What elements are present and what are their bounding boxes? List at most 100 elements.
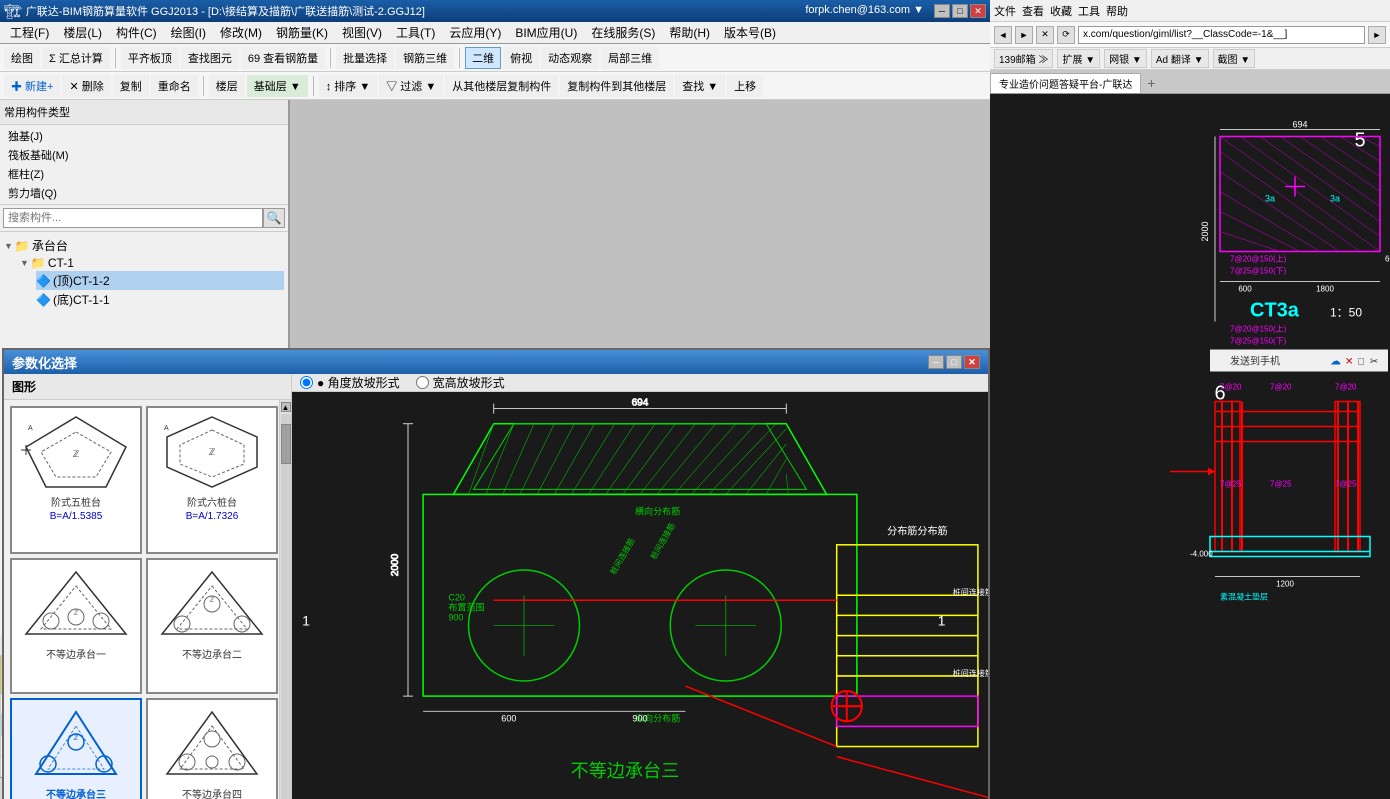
align-top-btn[interactable]: 平齐板顶 <box>121 47 179 69</box>
browser-menu-file[interactable]: 文件 <box>994 3 1016 19</box>
browser-menu-tools[interactable]: 工具 <box>1078 3 1100 19</box>
screenshot-btn[interactable]: 截图 ▼ <box>1213 49 1256 68</box>
radio-width-label: 宽高放坡形式 <box>433 374 505 391</box>
find2-btn[interactable]: 查找 ▼ <box>675 75 725 97</box>
rename-btn[interactable]: 重命名 <box>151 75 198 97</box>
shape-img-5: ℤ <box>16 704 136 784</box>
calc-btn[interactable]: Σ 汇总计算 <box>42 47 110 69</box>
radio-angle-slope[interactable]: ● 角度放坡形式 <box>300 374 400 391</box>
browser-nav-bar: ◄ ► ✕ ⟳ ► <box>990 22 1390 48</box>
search-bar: 🔍 <box>0 205 288 232</box>
stop-btn[interactable]: ✕ <box>1036 26 1054 44</box>
scroll-up-btn[interactable]: ▲ <box>281 402 291 412</box>
rebar-7x20-1: 7@20 <box>1220 383 1242 392</box>
move-up-btn[interactable]: 上移 <box>727 75 763 97</box>
new-btn[interactable]: ✚ 新建+ <box>4 75 60 97</box>
menu-xiugai[interactable]: 修改(M) <box>214 22 268 43</box>
scroll-thumb[interactable] <box>281 424 291 464</box>
radio-width-input[interactable] <box>416 376 429 389</box>
dialog-maximize-btn[interactable]: □ <box>946 355 962 369</box>
menu-gangjianliang[interactable]: 钢筋量(K) <box>270 22 334 43</box>
ebank-btn[interactable]: 网银 ▼ <box>1104 49 1147 68</box>
search-button[interactable]: 🔍 <box>263 208 285 228</box>
browser-tab-1[interactable]: 专业造价问题答疑平台-广联达 <box>990 73 1141 93</box>
shape-card-6[interactable]: 不等边承台四 <box>146 698 278 799</box>
close-button[interactable]: ✕ <box>970 4 986 18</box>
menu-goujian[interactable]: 构件(C) <box>110 22 163 43</box>
menu-huitu[interactable]: 绘图(I) <box>165 22 212 43</box>
maximize-button[interactable]: □ <box>952 4 968 18</box>
dialog-close-btn[interactable]: ✕ <box>964 355 980 369</box>
shape-card-5[interactable]: ℤ 不等边承台三 <box>10 698 142 799</box>
floor-btn[interactable]: 楼层 <box>209 75 245 97</box>
go-btn[interactable]: ► <box>1368 26 1386 44</box>
dynamic-view-btn[interactable]: 动态观察 <box>541 47 599 69</box>
browser-menu-help[interactable]: 帮助 <box>1106 3 1128 19</box>
radio-width-slope[interactable]: 宽高放坡形式 <box>416 374 505 391</box>
tree-item-ct1-1[interactable]: 🔷 (底)CT-1-1 <box>36 290 284 309</box>
dim-arrange: 布置范围 <box>448 601 484 612</box>
forward-btn[interactable]: ► <box>1015 26 1033 44</box>
tree-item-cap[interactable]: ▼ 📁 承台台 <box>4 236 284 255</box>
menu-help[interactable]: 帮助(H) <box>663 22 716 43</box>
copy-to-floor-btn[interactable]: 复制构件到其他楼层 <box>560 75 673 97</box>
tree-item-ct1[interactable]: ▼ 📁 CT-1 <box>20 255 284 271</box>
menu-gongju[interactable]: 工具(T) <box>390 22 441 43</box>
rebar-7x25-1: 7@25 <box>1220 480 1242 489</box>
refresh-btn[interactable]: ⟳ <box>1057 26 1075 44</box>
browser-toolbar: 139邮箱 ≫ 扩展 ▼ 网银 ▼ Ad 翻译 ▼ 截图 ▼ <box>990 48 1390 70</box>
copy-from-floor-btn[interactable]: 从其他楼层复制构件 <box>445 75 558 97</box>
shapes-scrollbar[interactable]: ▲ ▼ <box>279 400 291 799</box>
view-rebar-btn[interactable]: 69 查看钢筋量 <box>241 47 325 69</box>
find-btn[interactable]: 查找图元 <box>181 47 239 69</box>
menu-shitu[interactable]: 视图(V) <box>336 22 388 43</box>
new-tab-btn[interactable]: + <box>1141 73 1161 93</box>
top-view-btn[interactable]: 俯视 <box>503 47 539 69</box>
copy-btn[interactable]: 复制 <box>113 75 149 97</box>
radio-angle-input[interactable] <box>300 376 313 389</box>
shape-card-2[interactable]: ℤ A 阶式六桩台 B=A/1.7326 <box>146 406 278 554</box>
browser-menu-view[interactable]: 查看 <box>1022 3 1044 19</box>
translate-btn[interactable]: Ad 翻译 ▼ <box>1151 49 1209 68</box>
pile-conn-label: 桩间连接筋 <box>953 587 988 597</box>
2d-view-btn[interactable]: 二维 <box>465 47 501 69</box>
svg-text:A: A <box>28 425 33 432</box>
addr-bar-input[interactable] <box>1078 26 1365 44</box>
menu-gongcheng[interactable]: 工程(F) <box>4 22 55 43</box>
menu-version[interactable]: 版本号(B) <box>718 22 782 43</box>
app-icon: 🏗 <box>4 3 22 20</box>
partial-3d-btn[interactable]: 局部三维 <box>601 47 659 69</box>
draw-btn[interactable]: 绘图 <box>4 47 40 69</box>
dialog-minimize-btn[interactable]: ─ <box>928 355 944 369</box>
menu-yunyingyong[interactable]: 云应用(Y) <box>443 22 507 43</box>
cloud-icon: ☁ <box>1330 356 1341 368</box>
shape-card-4[interactable]: ℤ 不等边承台二 <box>146 558 278 694</box>
browser-menu-favs[interactable]: 收藏 <box>1050 3 1072 19</box>
type-item-jlq[interactable]: 剪力墙(Q) <box>8 184 280 202</box>
filter-btn[interactable]: ▽ 过滤 ▼ <box>379 75 443 97</box>
expand-btn[interactable]: 扩展 ▼ <box>1057 49 1100 68</box>
tree-label-cap: 承台台 <box>32 237 68 254</box>
pile-conn-label2: 桩间连接筋 <box>953 668 988 678</box>
dim-2000: 2000 <box>1200 221 1210 241</box>
sort-btn[interactable]: ↕ 排序 ▼ <box>319 75 378 97</box>
menu-louceng[interactable]: 楼层(L) <box>57 22 108 43</box>
menu-bim[interactable]: BIM应用(U) <box>509 22 583 43</box>
scissors-icon: ✂ <box>1370 357 1378 368</box>
back-btn[interactable]: ◄ <box>994 26 1012 44</box>
email-139-btn[interactable]: 139邮箱 ≫ <box>994 49 1053 68</box>
menu-online[interactable]: 在线服务(S) <box>585 22 661 43</box>
shape-card-3[interactable]: ℤ 不等边承台一 <box>10 558 142 694</box>
shape-card-1[interactable]: ℤ A 阶式五桩台 B=A/1.5385 <box>10 406 142 554</box>
batch-select-btn[interactable]: 批量选择 <box>336 47 394 69</box>
base-floor-btn[interactable]: 基础层 ▼ <box>247 75 308 97</box>
type-item-kz[interactable]: 框柱(Z) <box>8 165 280 183</box>
search-input[interactable] <box>3 208 263 228</box>
rebar-3d-btn[interactable]: 钢筋三维 <box>396 47 454 69</box>
shape-img-1: ℤ A <box>16 412 136 492</box>
minimize-button[interactable]: ─ <box>934 4 950 18</box>
type-item-dj[interactable]: 独基(J) <box>8 127 280 145</box>
delete-btn[interactable]: ✕ 删除 <box>62 75 110 97</box>
tree-item-ct1-2[interactable]: 🔷 (顶)CT-1-2 <box>36 271 284 290</box>
type-item-fb[interactable]: 筏板基础(M) <box>8 146 280 164</box>
